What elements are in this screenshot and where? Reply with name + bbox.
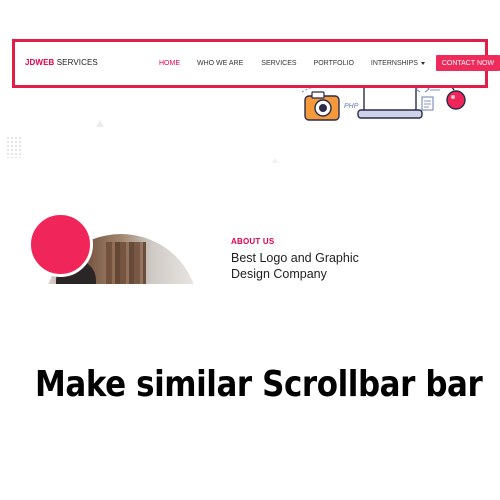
about-heading: Best Logo and Graphic Design Company [231,251,359,281]
caption-text: Make similar Scrollbar bar [35,364,483,405]
dot-pattern [6,136,22,158]
contact-now-button[interactable]: CONTACT NOW [435,55,500,71]
contact-now-label: CONTACT NOW [441,59,495,67]
nav-item-label: SERVICES [261,59,297,67]
nav-item-who-we-are[interactable]: WHO WE ARE [197,60,243,67]
pink-circle-decoration [28,212,93,277]
nav-item-internships[interactable]: INTERNSHIPS [371,60,425,67]
document-icon [421,96,434,111]
brand-name-rest: SERVICES [54,58,98,67]
about-eyebrow: ABOUT US [231,237,275,246]
navbar: JDWEB SERVICES HOME WHO WE ARE SERVICES … [12,39,500,88]
caret-down-icon [420,61,425,65]
nav-item-label: WHO WE ARE [197,59,244,67]
triangle-decoration [272,158,278,163]
nav-menu: HOME WHO WE ARE SERVICES PORTFOLIO INTER… [159,55,500,71]
nav-item-home[interactable]: HOME [159,60,180,67]
triangle-decoration [96,120,104,127]
nav-item-label: INTERNSHIPS [370,59,418,67]
nav-item-portfolio[interactable]: PORTFOLIO [314,60,354,67]
nav-item-services[interactable]: SERVICES [261,60,296,67]
php-label: PHP [344,103,359,110]
brand-name-strong: JDWEB [25,58,55,67]
nav-item-label: HOME [159,59,180,67]
brand-logo[interactable]: JDWEB SERVICES [25,58,98,67]
camera-icon [304,91,340,121]
nav-item-label: PORTFOLIO [313,59,354,67]
